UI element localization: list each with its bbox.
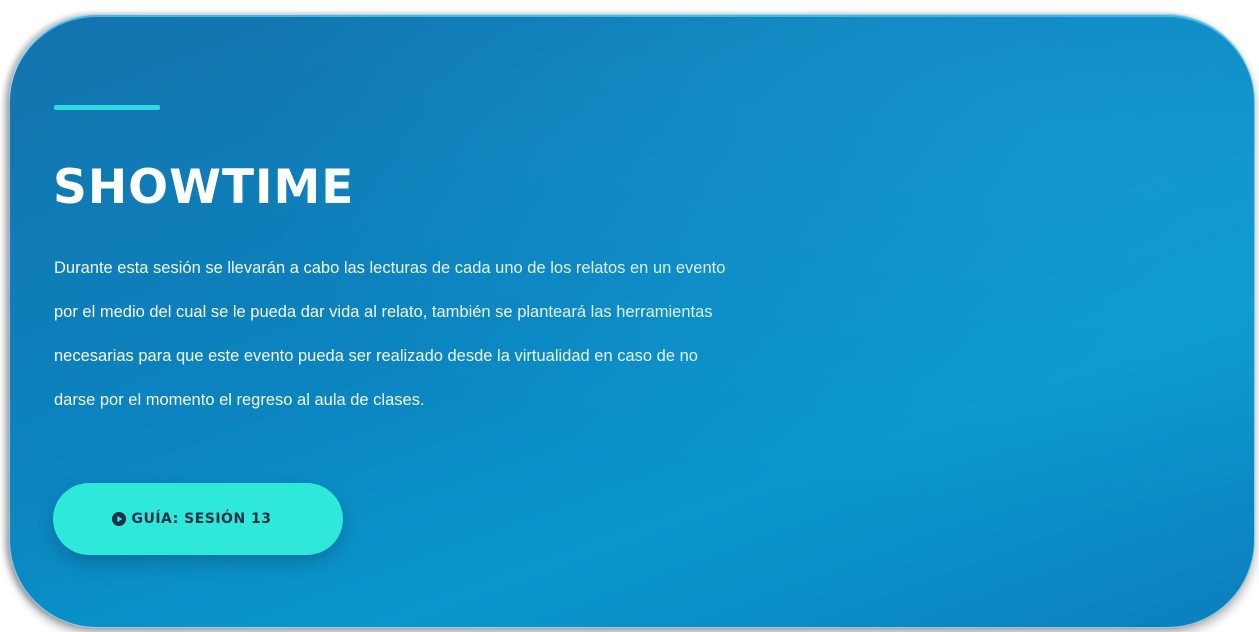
section-title: SHOWTIME <box>53 160 355 215</box>
accent-divider <box>54 105 160 110</box>
play-circle-icon <box>112 512 127 526</box>
page: SHOWTIME Durante esta sesión se llevarán… <box>0 0 1259 632</box>
section-description: Durante esta sesión se llevarán a cabo l… <box>54 259 726 409</box>
guide-session-label: GUÍA: SESIÓN 13 <box>131 511 272 527</box>
session-card: SHOWTIME Durante esta sesión se llevarán… <box>9 14 1255 628</box>
guide-session-button[interactable]: GUÍA: SESIÓN 13 <box>53 483 343 555</box>
